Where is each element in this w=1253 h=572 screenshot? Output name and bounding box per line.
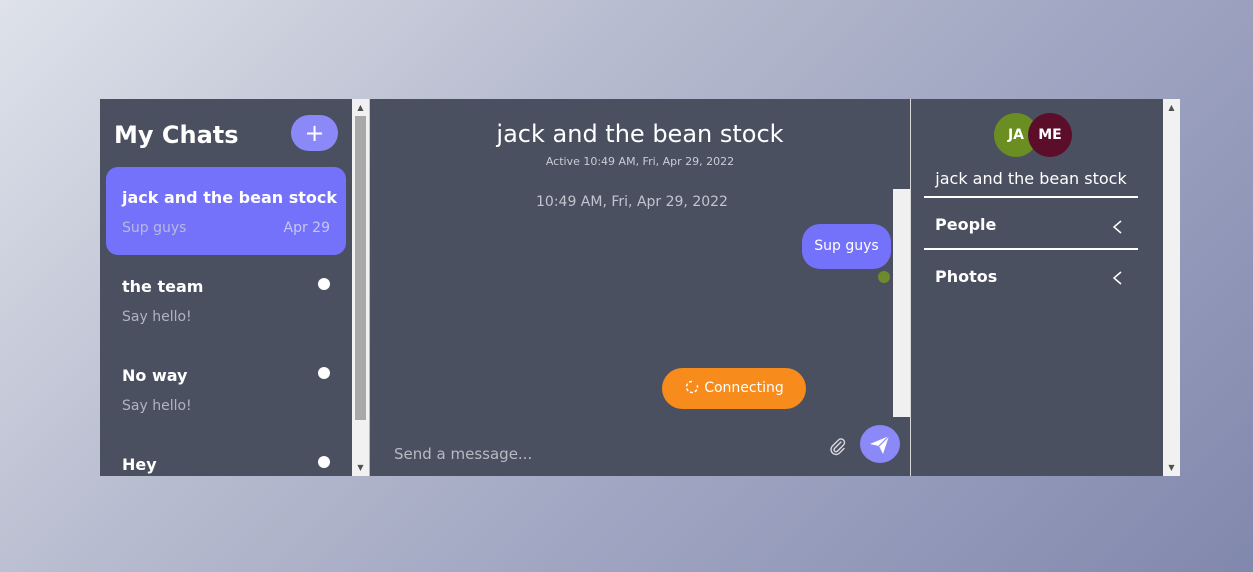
chat-item[interactable]: the team Say hello! (106, 256, 346, 344)
chat-item-name: Hey (122, 455, 157, 474)
chat-item-last-message: Sup guys (122, 220, 187, 236)
message-bubble: Sup guys (802, 224, 891, 269)
chat-item-name: No way (122, 366, 188, 385)
divider-line (924, 196, 1138, 198)
photos-section-toggle[interactable]: Photos (935, 267, 997, 286)
plus-icon: + (304, 119, 325, 147)
scroll-down-icon[interactable]: ▼ (352, 459, 369, 476)
chat-app: My Chats + jack and the bean stock Sup g… (100, 99, 1180, 476)
conversation-title: jack and the bean stock (496, 120, 784, 148)
scroll-up-icon[interactable]: ▲ (352, 99, 369, 116)
chat-item[interactable]: Hey (106, 434, 346, 476)
new-chat-button[interactable]: + (291, 115, 338, 151)
chat-list-panel: My Chats + jack and the bean stock Sup g… (100, 99, 352, 476)
unread-dot-icon (318, 456, 330, 468)
connecting-label: Connecting (704, 380, 784, 396)
details-chat-title: jack and the bean stock (935, 169, 1127, 188)
avatar: ME (1028, 113, 1072, 157)
chat-item-date: Apr 29 (283, 220, 330, 236)
conversation-panel: jack and the bean stock Active 10:49 AM,… (370, 99, 910, 476)
chat-item-name: jack and the bean stock (122, 188, 337, 207)
scroll-down-icon[interactable]: ▼ (1163, 459, 1180, 476)
chat-item[interactable]: No way Say hello! (106, 345, 346, 433)
paperclip-icon[interactable] (828, 437, 848, 457)
chat-list-scrollbar[interactable]: ▲ ▼ (352, 99, 369, 476)
divider-line (924, 248, 1138, 250)
chat-item-name: the team (122, 277, 204, 296)
message-timestamp: 10:49 AM, Fri, Apr 29, 2022 (536, 194, 728, 210)
scrollbar-thumb[interactable] (355, 116, 366, 420)
read-receipt-avatar (878, 271, 890, 283)
chat-item[interactable]: jack and the bean stock Sup guys Apr 29 (106, 167, 346, 255)
messages-scrollbar[interactable] (893, 189, 910, 417)
chat-details-panel: JA ME jack and the bean stock People Pho… (911, 99, 1163, 476)
people-section-toggle[interactable]: People (935, 215, 996, 234)
chat-item-last-message: Say hello! (122, 309, 192, 325)
send-icon (870, 435, 890, 454)
scroll-up-icon[interactable]: ▲ (1163, 99, 1180, 116)
details-scrollbar[interactable]: ▲ ▼ (1163, 99, 1180, 476)
chat-item-last-message: Say hello! (122, 398, 192, 414)
unread-dot-icon (318, 367, 330, 379)
chat-list-title: My Chats (114, 121, 239, 149)
conversation-active-status: Active 10:49 AM, Fri, Apr 29, 2022 (545, 155, 735, 168)
unread-dot-icon (318, 278, 330, 290)
chevron-left-icon[interactable] (1111, 271, 1125, 285)
connecting-badge: Connecting (662, 368, 806, 409)
send-button[interactable] (860, 425, 900, 463)
refresh-icon (686, 380, 699, 394)
chevron-left-icon[interactable] (1111, 220, 1125, 234)
message-input[interactable] (394, 445, 774, 463)
